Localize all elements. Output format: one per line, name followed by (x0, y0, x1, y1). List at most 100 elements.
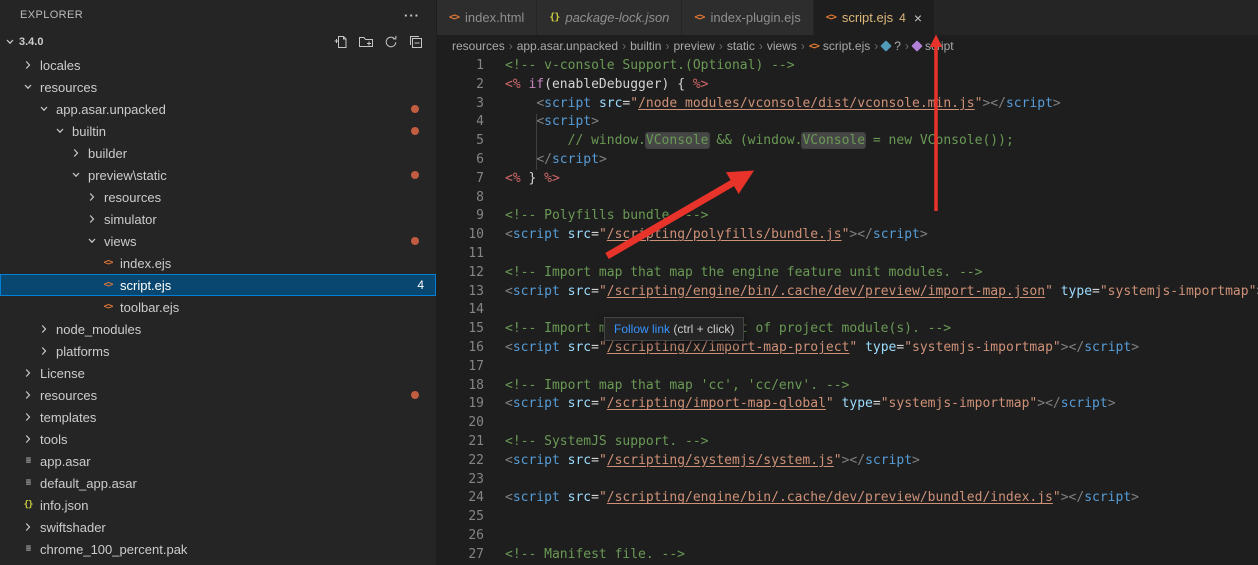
tree-item[interactable]: platforms (0, 340, 436, 362)
file-link[interactable]: /scripting/engine/bin/.cache/dev/preview… (607, 490, 1053, 505)
tree-item[interactable]: app.asar.unpacked (0, 98, 436, 120)
tree-item-label: chrome_100_percent.pak (40, 541, 188, 557)
tree-item-label: info.json (40, 497, 89, 513)
tree-item[interactable]: <> index.ejs (0, 252, 436, 274)
breadcrumb-item[interactable]: resources (452, 39, 505, 53)
file-link[interactable]: /scripting/x/import-map-project (607, 340, 850, 355)
tab-label: script.ejs (841, 10, 894, 25)
tree-item[interactable]: node_modules (0, 318, 436, 340)
line-number: 22 (468, 452, 484, 468)
code-token: < (505, 490, 513, 506)
breadcrumb-symbol[interactable]: script (911, 39, 954, 53)
tree-item[interactable]: preview\static (0, 164, 436, 186)
code-token: script (1084, 339, 1132, 355)
code-token: script (865, 452, 913, 468)
tab-badge: 4 (899, 10, 906, 25)
line-number: 15 (468, 321, 484, 337)
code-token: src (567, 452, 592, 468)
follow-link[interactable]: Follow link (614, 322, 670, 336)
close-icon[interactable]: × (914, 10, 922, 26)
code-token: type (841, 396, 873, 412)
code-text: <script src="/scripting/x/import-map-pro… (505, 339, 1258, 358)
file-link[interactable]: /scripting/polyfills/bundle.js (607, 227, 842, 242)
explorer-actions (333, 34, 424, 50)
tree-item[interactable]: ≡ default_app.asar (0, 472, 436, 494)
code-text: <script src="/scripting/systemjs/system.… (505, 452, 1258, 471)
tree-item-label: script.ejs (120, 277, 172, 293)
tree-item[interactable]: resources (0, 384, 436, 406)
chevron-down-icon (36, 98, 52, 120)
tree-item[interactable]: tools (0, 428, 436, 450)
chevron-right-icon (20, 428, 36, 450)
code-token: " (598, 227, 607, 243)
tree-item[interactable]: <> script.ejs 4 (0, 274, 436, 296)
code-token: "systemjs-importmap" (904, 339, 1061, 355)
new-file-icon[interactable] (333, 34, 349, 50)
tree-item[interactable]: builtin (0, 120, 436, 142)
code-token: = (872, 396, 881, 412)
code-editor[interactable]: 1 <!-- v-console Support.(Optional) --> 2 <… (437, 57, 1258, 565)
code-token: " (598, 283, 607, 299)
workspace-section-header[interactable]: 3.4.0 (0, 30, 436, 54)
tree-item-label: swiftshader (40, 519, 106, 535)
code-token: " (630, 95, 639, 111)
refresh-icon[interactable] (383, 34, 399, 50)
chevron-right-icon (36, 318, 52, 340)
breadcrumb-item[interactable]: app.asar.unpacked (517, 39, 618, 53)
code-token: ></ (1060, 490, 1085, 506)
code-line: 27 <!-- Manifest file. --> (437, 546, 1258, 565)
tab-script-ejs[interactable]: <> script.ejs 4 × (813, 0, 936, 35)
tree-item[interactable]: License (0, 362, 436, 384)
ejs-file-icon: <> (103, 280, 114, 290)
more-actions-icon[interactable]: ··· (404, 8, 420, 23)
tree-item[interactable]: ≡ chrome_100_percent.pak (0, 538, 436, 560)
breadcrumb-separator: › (508, 39, 513, 53)
chevron-right-icon (68, 142, 84, 164)
tree-item[interactable]: locales (0, 54, 436, 76)
tree-item[interactable]: simulator (0, 208, 436, 230)
collapse-all-icon[interactable] (408, 34, 424, 50)
tree-item[interactable]: views (0, 230, 436, 252)
code-line: 22 <script src="/scripting/systemjs/syste… (437, 452, 1258, 471)
breadcrumb-symbol[interactable]: ? (880, 39, 901, 53)
tree-item[interactable]: {} info.json (0, 494, 436, 516)
tree-item[interactable]: swiftshader (0, 516, 436, 538)
new-folder-icon[interactable] (358, 34, 374, 50)
line-number: 1 (476, 58, 484, 73)
code-line: 11 (437, 245, 1258, 264)
code-line: 24 <script src="/scripting/engine/bin/.ca… (437, 489, 1258, 508)
code-token: <!-- Import map that map 'cc', 'cc/env'.… (505, 377, 850, 393)
chevron-right-icon (36, 340, 52, 362)
file-link[interactable]: /node_modules/vconsole/dist/vconsole.min… (638, 96, 975, 111)
code-text: </script> (505, 151, 1258, 170)
tree-item[interactable]: ≡ app.asar (0, 450, 436, 472)
file-link[interactable]: /scripting/systemjs/system.js (607, 453, 834, 468)
breadcrumb-file[interactable]: <> script.ejs (809, 39, 870, 53)
tab-index-html[interactable]: <> index.html (437, 0, 538, 35)
code-token: script (1084, 490, 1132, 506)
tree-item[interactable]: <> toolbar.ejs (0, 296, 436, 318)
tree-item[interactable]: resources (0, 76, 436, 98)
line-number: 17 (468, 358, 484, 374)
html-icon: <> (449, 12, 460, 23)
code-token: < (536, 95, 545, 111)
tree-item[interactable]: templates (0, 406, 436, 428)
chevron-right-icon (20, 516, 36, 538)
breadcrumb-item[interactable]: preview (673, 39, 714, 53)
file-link[interactable]: /scripting/engine/bin/.cache/dev/preview… (607, 284, 1045, 299)
breadcrumb-item[interactable]: static (727, 39, 755, 53)
explorer-header: EXPLORER ··· (0, 0, 436, 30)
tree-item[interactable]: builder (0, 142, 436, 164)
tab-package-lock-json[interactable]: {} package-lock.json (537, 0, 683, 35)
breadcrumb-symbol-label: script (924, 39, 954, 53)
breadcrumb-separator: › (622, 39, 627, 53)
tab-index-plugin-ejs[interactable]: <> index-plugin.ejs (682, 0, 814, 35)
tree-item[interactable]: resources (0, 186, 436, 208)
code-line: 7 <% } %> (437, 170, 1258, 189)
breadcrumb-item[interactable]: views (767, 39, 797, 53)
code-line: 15<!-- Import map that map import of pro… (437, 320, 1258, 339)
file-link[interactable]: /scripting/import-map-global (607, 396, 826, 411)
breadcrumb-item[interactable]: builtin (630, 39, 661, 53)
